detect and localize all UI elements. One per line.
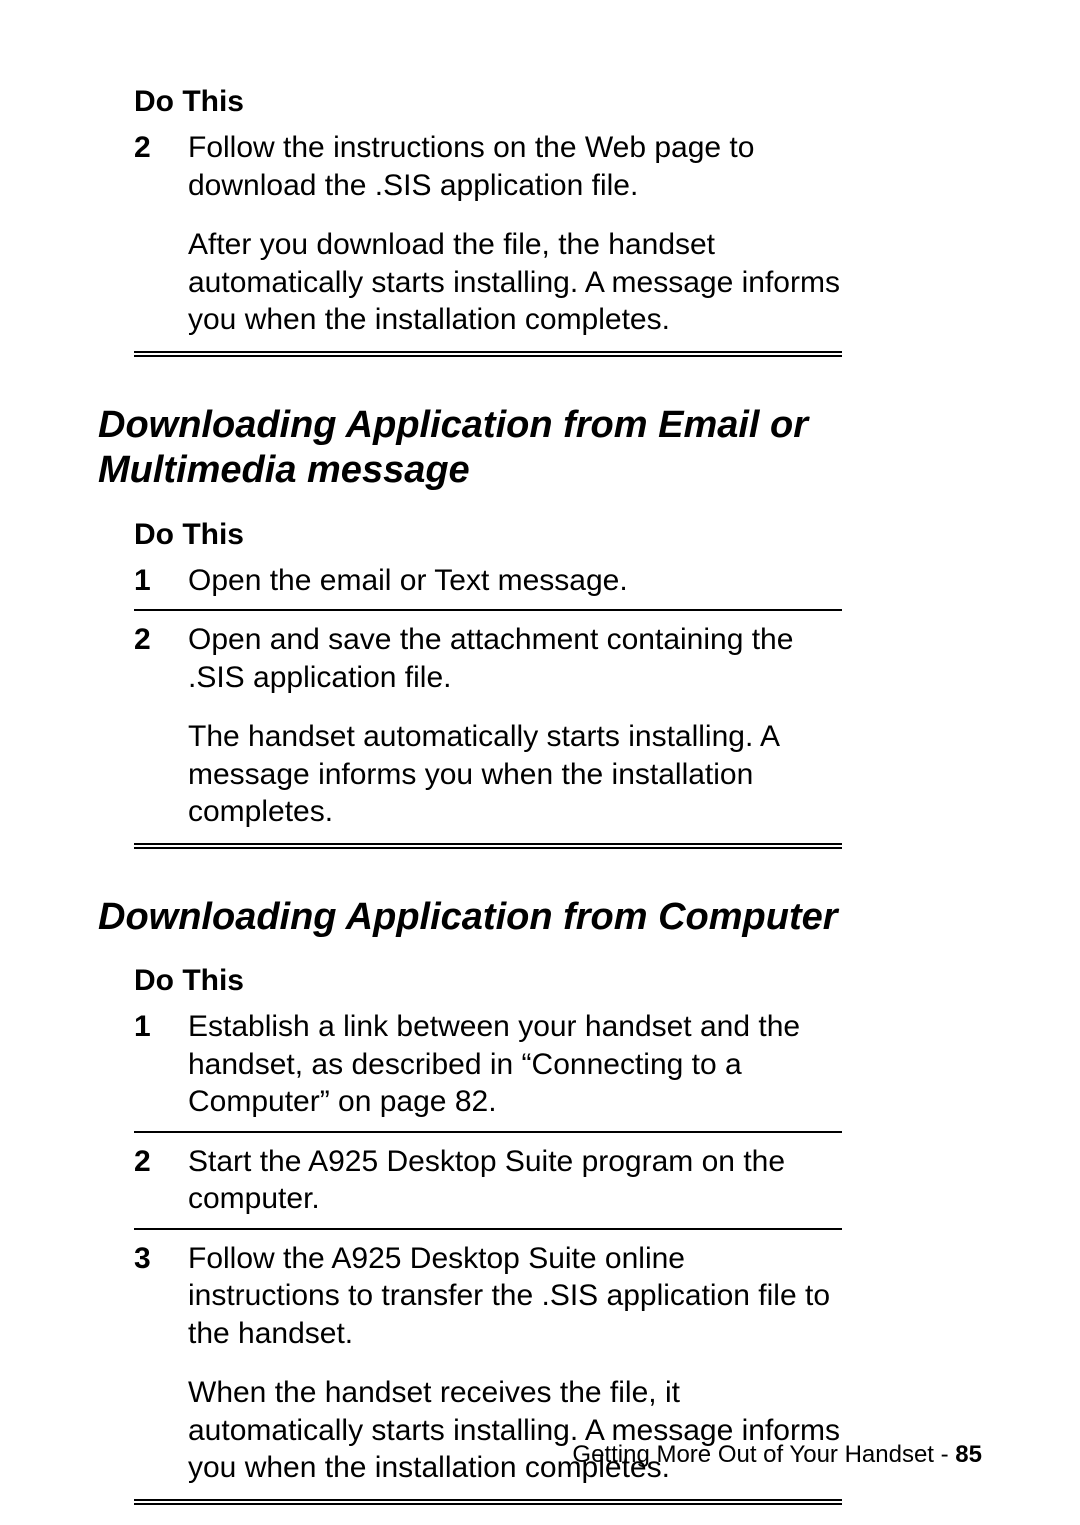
step-paragraph: After you download the file, the handset…	[188, 226, 842, 339]
step-paragraph: The handset automatically starts install…	[188, 718, 842, 831]
step-number: 3	[134, 1240, 188, 1278]
step-number: 2	[134, 129, 188, 167]
page-number: 85	[955, 1441, 982, 1468]
step-text: Open and save the attachment containing …	[188, 621, 842, 831]
section-3-step-1: 1 Establish a link between your handset …	[134, 998, 842, 1131]
step-number: 2	[134, 1143, 188, 1181]
step-paragraph: Open and save the attachment containing …	[188, 621, 842, 696]
step-number: 1	[134, 562, 188, 600]
step-text: Open the email or Text message.	[188, 562, 842, 600]
manual-page: Do This 2 Follow the instructions on the…	[0, 0, 1080, 1525]
section-1-header: Do This	[134, 85, 842, 119]
section-3-header: Do This	[134, 964, 842, 998]
step-number: 1	[134, 1008, 188, 1046]
section-2-table: Do This 1 Open the email or Text message…	[134, 518, 842, 849]
heading-download-email: Downloading Application from Email or Mu…	[98, 403, 982, 494]
section-2-step-2: 2 Open and save the attachment containin…	[134, 609, 842, 849]
section-1-step-2: 2 Follow the instructions on the Web pag…	[134, 119, 842, 357]
page-footer: Getting More Out of Your Handset - 85	[572, 1441, 982, 1469]
step-paragraph: Start the A925 Desktop Suite program on …	[188, 1143, 842, 1218]
section-1-table: Do This 2 Follow the instructions on the…	[134, 85, 842, 357]
section-2-step-1: 1 Open the email or Text message.	[134, 552, 842, 610]
section-3-table: Do This 1 Establish a link between your …	[134, 964, 842, 1505]
step-paragraph: Open the email or Text message.	[188, 562, 842, 600]
heading-download-computer: Downloading Application from Computer	[98, 895, 982, 941]
step-number: 2	[134, 621, 188, 659]
section-2-header: Do This	[134, 518, 842, 552]
section-3-step-2: 2 Start the A925 Desktop Suite program o…	[134, 1131, 842, 1228]
step-text: Establish a link between your handset an…	[188, 1008, 842, 1121]
step-paragraph: Follow the instructions on the Web page …	[188, 129, 842, 204]
step-paragraph: Establish a link between your handset an…	[188, 1008, 842, 1121]
step-text: Start the A925 Desktop Suite program on …	[188, 1143, 842, 1218]
step-paragraph: When the handset receives the file, it a…	[188, 1374, 842, 1487]
step-text: Follow the instructions on the Web page …	[188, 129, 842, 339]
step-paragraph: Follow the A925 Desktop Suite online ins…	[188, 1240, 842, 1353]
footer-text: Getting More Out of Your Handset -	[572, 1441, 955, 1468]
